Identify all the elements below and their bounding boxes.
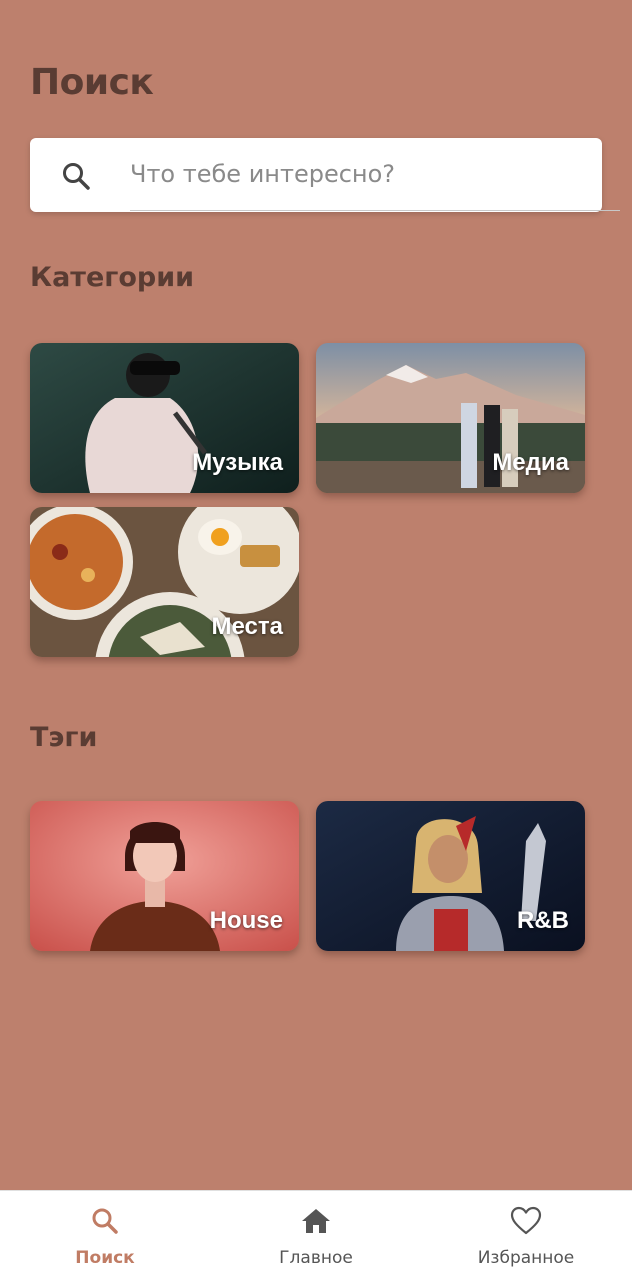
home-icon: [302, 1209, 330, 1233]
nav-item-search[interactable]: Поиск: [25, 1191, 185, 1280]
nav-label-home: Главное: [279, 1248, 353, 1268]
category-card-media[interactable]: Медиа: [316, 343, 585, 493]
search-icon: [63, 163, 90, 190]
tag-label: R&B: [517, 907, 569, 934]
heart-icon: [510, 1206, 542, 1235]
search-bar[interactable]: [30, 138, 620, 212]
tag-card-rnb[interactable]: R&B: [316, 801, 585, 951]
category-label: Медиа: [492, 449, 569, 476]
page-title: Поиск: [30, 62, 154, 103]
tags-title: Тэги: [30, 722, 98, 753]
bottom-navigation: Поиск Главное Избранное: [0, 1190, 632, 1280]
category-label: Музыка: [192, 449, 283, 476]
tag-card-house[interactable]: House: [30, 801, 299, 951]
search-input[interactable]: [130, 138, 620, 211]
category-label: Места: [211, 613, 283, 640]
category-card-places[interactable]: Места: [30, 507, 299, 657]
nav-label-search: Поиск: [75, 1248, 135, 1268]
category-card-music[interactable]: Музыка: [30, 343, 299, 493]
tag-label: House: [209, 907, 283, 934]
nav-item-favorites[interactable]: Избранное: [446, 1191, 606, 1280]
nav-item-home[interactable]: Главное: [236, 1191, 396, 1280]
search-icon: [92, 1208, 118, 1234]
categories-title: Категории: [30, 262, 195, 293]
nav-label-favorites: Избранное: [477, 1248, 575, 1268]
